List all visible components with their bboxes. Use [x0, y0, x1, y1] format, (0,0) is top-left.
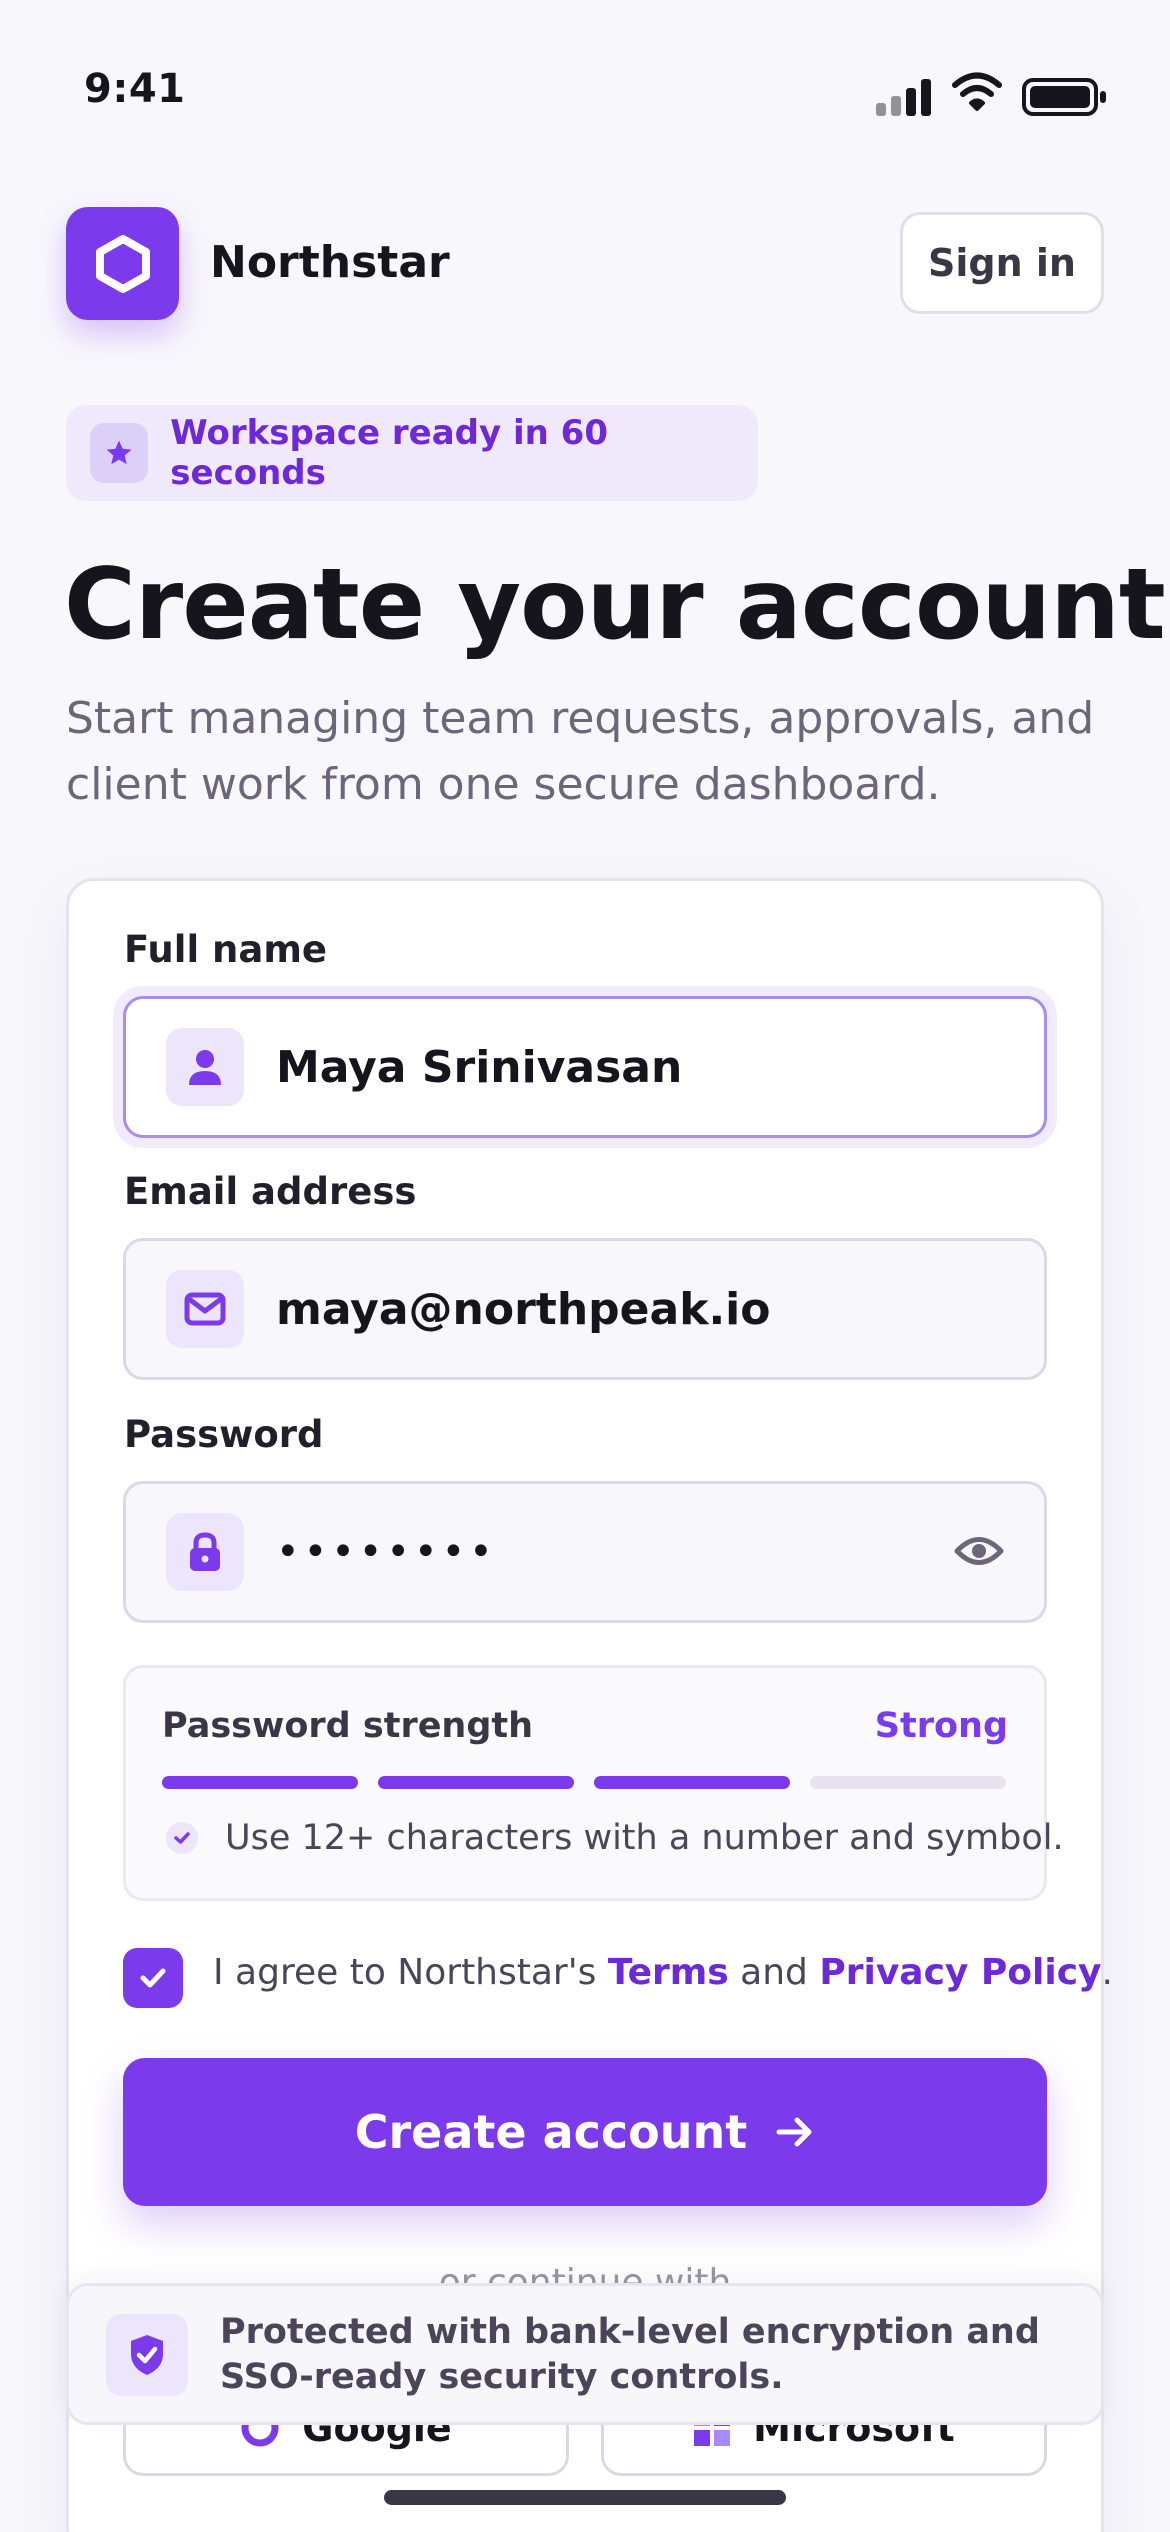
strength-segment: [378, 1776, 574, 1789]
agree-and: and: [728, 1952, 820, 1993]
password-strength-value: Strong: [874, 1706, 1008, 1746]
star-icon: [90, 423, 149, 483]
page-subtitle: Start managing team requests, approvals,…: [66, 693, 1095, 810]
strength-segment: [810, 1776, 1006, 1789]
workspace-ready-badge: Workspace ready in 60 seconds: [66, 405, 758, 501]
check-icon: [166, 1822, 198, 1854]
password-label: Password: [124, 1413, 324, 1456]
password-field[interactable]: ••••••••: [123, 1481, 1047, 1623]
email-value: maya@northpeak.io: [276, 1283, 771, 1335]
full-name-field[interactable]: Maya Srinivasan: [123, 996, 1047, 1138]
agree-terms-checkbox[interactable]: [123, 1948, 183, 2008]
badge-text: Workspace ready in 60 seconds: [170, 413, 608, 493]
mail-icon: [166, 1270, 244, 1348]
password-value: ••••••••: [276, 1529, 497, 1575]
show-password-eye-icon[interactable]: [954, 1530, 1004, 1576]
brand-name: Northstar: [210, 237, 450, 288]
strength-segment: [162, 1776, 358, 1789]
agree-terms-text: I agree to Northstar's Terms and Privacy…: [213, 1952, 1113, 1993]
cellular-signal-icon: [876, 76, 932, 116]
create-account-button[interactable]: Create account: [123, 2058, 1047, 2206]
terms-link[interactable]: Terms: [608, 1952, 729, 1993]
page-title: Create your account: [64, 548, 1166, 662]
arrow-right-icon: [776, 2117, 812, 2147]
email-label: Email address: [124, 1170, 417, 1213]
email-field[interactable]: maya@northpeak.io: [123, 1238, 1047, 1380]
sign-in-button[interactable]: Sign in: [900, 212, 1104, 314]
status-time: 9:41: [84, 66, 186, 112]
user-icon: [166, 1028, 244, 1106]
agree-prefix: I agree to Northstar's: [213, 1952, 608, 1993]
password-strength-label: Password strength: [162, 1706, 534, 1746]
full-name-value: Maya Srinivasan: [276, 1041, 683, 1093]
home-indicator: [384, 2490, 786, 2505]
wifi-icon: [952, 72, 1002, 112]
password-hint: Use 12+ characters with a number and sym…: [225, 1818, 1064, 1858]
lock-icon: [166, 1513, 244, 1591]
northstar-logo-icon: [66, 207, 179, 320]
agree-suffix: .: [1101, 1952, 1113, 1993]
shield-check-icon: [106, 2314, 188, 2396]
battery-icon: [1022, 78, 1108, 116]
full-name-label: Full name: [124, 928, 327, 971]
create-account-label: Create account: [354, 2105, 748, 2159]
security-message: Protected with bank-level encryption and…: [220, 2312, 1040, 2397]
strength-segment: [594, 1776, 790, 1789]
privacy-policy-link[interactable]: Privacy Policy: [819, 1952, 1101, 1993]
